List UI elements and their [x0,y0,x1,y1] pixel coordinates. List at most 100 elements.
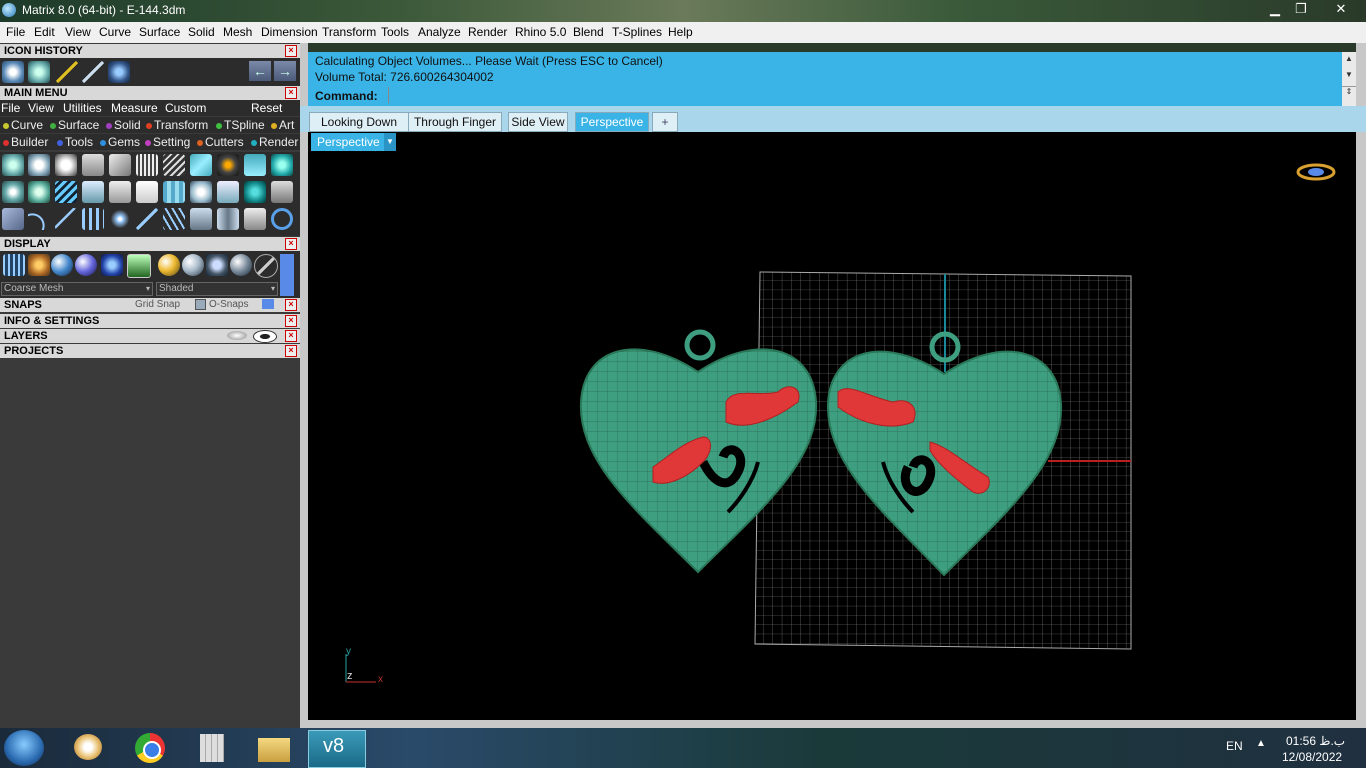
category-setting[interactable]: Setting [145,135,190,149]
menu-view[interactable]: View [65,25,91,39]
rotate-icon[interactable] [136,208,158,230]
snap-options-icon[interactable] [262,299,274,309]
close-icon[interactable]: × [285,45,297,57]
gold-sphere-icon[interactable] [158,254,180,276]
start-button[interactable] [4,730,44,766]
tab-perspective[interactable]: Perspective [575,112,649,132]
surface-icon[interactable] [190,154,212,176]
menu-curve[interactable]: Curve [99,25,131,39]
move-icon[interactable] [109,208,131,230]
copy-icon[interactable] [109,181,131,203]
display-header[interactable]: DISPLAY × [0,237,300,251]
chrome-icon[interactable] [122,730,178,766]
mirror-icon[interactable] [82,208,104,230]
menu-help[interactable]: Help [668,25,693,39]
circle-icon[interactable] [271,208,293,230]
shading-select[interactable]: Shaded ▾ [156,282,278,296]
menu-tsplines[interactable]: T-Splines [612,25,662,39]
reset-button[interactable]: Reset [251,101,282,115]
category-render[interactable]: Render [251,135,298,149]
arrow-down-icon[interactable] [82,154,104,176]
menu-file[interactable]: File [6,25,25,39]
paint-app-icon[interactable] [60,730,116,766]
menu-blend[interactable]: Blend [573,25,604,39]
no-render-icon[interactable] [254,254,278,278]
category-solid[interactable]: Solid [106,118,141,132]
main-menu-utilities[interactable]: Utilities [63,101,102,115]
projects-header[interactable]: PROJECTS × [0,344,300,358]
profile-icon[interactable] [217,181,239,203]
shape-tool-icon[interactable] [28,61,50,83]
knot-icon[interactable] [2,181,24,203]
category-surface[interactable]: Surface [50,118,99,132]
gem-tool-icon[interactable] [2,61,24,83]
setting-gem-icon[interactable] [190,181,212,203]
command-scrollbar[interactable]: ▲ ▼ ⇕ [1342,52,1356,106]
measure-icon[interactable] [244,208,266,230]
menu-tools[interactable]: Tools [381,25,409,39]
tray-expand-icon[interactable]: ▲ [1256,738,1266,749]
category-gems[interactable]: Gems [100,135,140,149]
close-icon[interactable]: × [285,299,297,311]
display-scrollbar[interactable] [280,254,294,296]
arc-icon[interactable] [28,208,50,230]
layout-icon[interactable] [244,154,266,176]
line-tool-icon[interactable] [56,61,78,83]
grid-snap-toggle[interactable]: Grid Snap [135,298,180,312]
boolean-icon[interactable] [190,208,212,230]
category-builder[interactable]: Builder [3,135,48,149]
close-icon[interactable]: × [285,87,297,99]
tab-side-view[interactable]: Side View [508,112,568,132]
close-icon[interactable]: × [285,238,297,250]
grid-icon[interactable] [163,181,185,203]
category-tspline[interactable]: TSpline [216,118,265,132]
logo-icon[interactable] [136,181,158,203]
category-transform[interactable]: Transform [146,118,208,132]
close-button[interactable]: ✕ [1324,0,1358,18]
menu-render[interactable]: Render [468,25,507,39]
mesh-quality-select[interactable]: Coarse Mesh ▾ [1,282,153,296]
minimize-button[interactable]: ▁ [1262,0,1288,18]
sphere-blue-icon[interactable] [51,254,73,276]
menu-dimension[interactable]: Dimension [261,25,318,39]
chip-icon[interactable] [136,154,158,176]
blocks-icon[interactable] [2,208,24,230]
loop-icon[interactable] [28,181,50,203]
trim-icon[interactable] [217,208,239,230]
ghost-sphere-icon[interactable] [230,254,252,276]
app-icon[interactable] [2,3,16,17]
wire-sphere-icon[interactable] [206,254,228,276]
pattern-icon[interactable] [55,181,77,203]
curve-icon[interactable] [55,208,77,230]
main-menu-custom[interactable]: Custom [165,101,206,115]
sun-icon[interactable] [55,154,77,176]
calculator-icon[interactable] [184,730,240,766]
menu-transform[interactable]: Transform [322,25,376,39]
category-cutters[interactable]: Cutters [197,135,244,149]
main-menu-measure[interactable]: Measure [111,101,158,115]
history-back-icon[interactable]: ← [249,61,271,81]
sphere-purple-icon[interactable] [75,254,97,276]
globe-icon[interactable] [244,181,266,203]
bezel-icon[interactable] [28,154,50,176]
category-tools[interactable]: Tools [57,135,93,149]
eye-icon[interactable] [253,330,277,343]
main-menu-file[interactable]: File [1,101,20,115]
menu-rhino[interactable]: Rhino 5.0 [515,25,566,39]
menu-mesh[interactable]: Mesh [223,25,252,39]
command-input[interactable] [388,87,1341,103]
add-tab-button[interactable]: + [652,112,678,132]
perspective-viewport[interactable]: Perspective ▼ y z x [308,132,1356,720]
cube-icon[interactable] [271,154,293,176]
maximize-button[interactable]: ❐ [1288,0,1314,18]
icon-history-header[interactable]: ICON HISTORY × [0,44,300,58]
layer-lock-icon[interactable] [227,331,247,340]
category-art[interactable]: Art [271,118,294,132]
render-mode-icon[interactable] [101,254,123,276]
close-icon[interactable]: × [285,330,297,342]
save-icon[interactable] [271,181,293,203]
close-icon[interactable]: × [285,345,297,357]
scale-tool-icon[interactable] [82,61,104,83]
scale-icon[interactable] [163,208,185,230]
category-curve[interactable]: Curve [3,118,43,132]
